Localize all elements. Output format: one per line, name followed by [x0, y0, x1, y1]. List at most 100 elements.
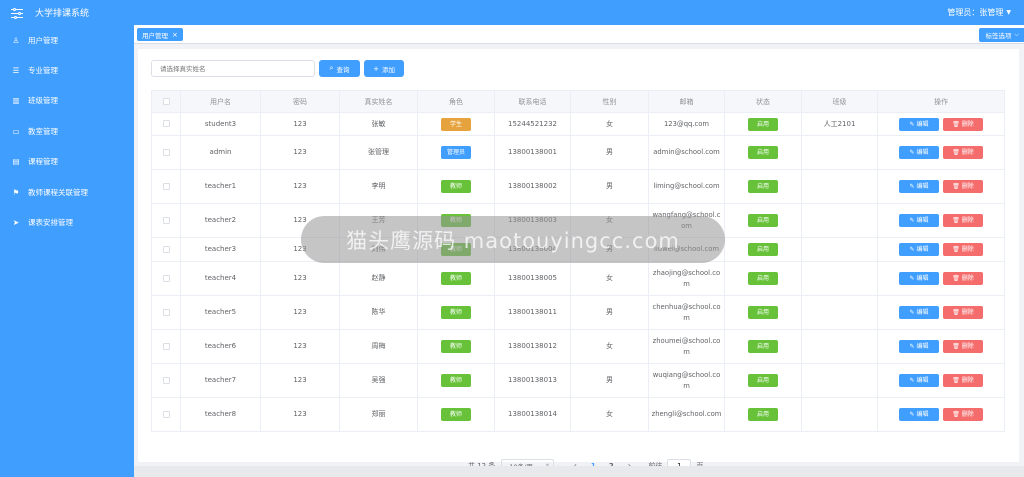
delete-label: 删除 — [961, 120, 974, 128]
table-row: teacher8 123 郑丽 教师 13800138014 女 zhengli@schoo… — [151, 397, 1005, 432]
delete-button[interactable]: 🗑 删除 — [943, 180, 983, 193]
cell-class — [801, 135, 878, 170]
sliders-icon: ☰ — [12, 66, 20, 76]
cell-realname: 张管理 — [339, 135, 418, 170]
edit-button[interactable]: ✎ 编辑 — [899, 180, 939, 193]
select-all-checkbox[interactable] — [162, 98, 170, 105]
row-select-cell[interactable] — [151, 295, 181, 330]
edit-button[interactable]: ✎ 编辑 — [899, 374, 939, 387]
cell-realname: 吴强 — [339, 363, 418, 398]
delete-button[interactable]: 🗑 删除 — [943, 306, 983, 319]
row-checkbox[interactable] — [162, 410, 170, 418]
realname-search-input[interactable] — [151, 60, 315, 77]
status-badge: 启用 — [748, 243, 778, 256]
cell-status: 启用 — [724, 135, 802, 170]
row-checkbox[interactable] — [162, 120, 170, 127]
close-icon[interactable]: × — [172, 31, 178, 39]
select-all-cell[interactable] — [151, 90, 181, 113]
row-checkbox[interactable] — [162, 216, 170, 224]
row-checkbox[interactable] — [162, 148, 170, 156]
delete-button[interactable]: 🗑 删除 — [943, 272, 983, 285]
row-checkbox[interactable] — [162, 182, 170, 190]
edit-button[interactable]: ✎ 编辑 — [899, 340, 939, 353]
sidebar-item-0[interactable]: ♙ 用户管理 — [0, 25, 134, 55]
sidebar-item-1[interactable]: ☰ 专业管理 — [0, 55, 134, 85]
cell-password: 123 — [260, 169, 340, 204]
sidebar-item-2[interactable]: ▥ 班级管理 — [0, 86, 134, 116]
delete-button[interactable]: 🗑 删除 — [943, 214, 983, 227]
cell-gender: 男 — [570, 135, 649, 170]
sidebar-item-5[interactable]: ⚑ 教师课程关联管理 — [0, 177, 134, 207]
cell-email: admin@school.com — [648, 135, 725, 170]
delete-button[interactable]: 🗑 删除 — [943, 340, 983, 353]
cell-phone: 13800138011 — [494, 295, 571, 330]
edit-button[interactable]: ✎ 编辑 — [899, 243, 939, 256]
delete-label: 删除 — [961, 246, 974, 253]
row-checkbox[interactable] — [162, 245, 170, 253]
table-row: teacher1 123 李明 教师 13800138002 男 liming@school… — [151, 169, 1005, 204]
row-select-cell[interactable] — [151, 397, 181, 432]
tab-user-management[interactable]: 用户管理 × — [137, 28, 183, 41]
brand: 大学排课系统 — [0, 6, 134, 19]
edit-button[interactable]: ✎ 编辑 — [899, 146, 939, 159]
row-select-cell[interactable] — [151, 363, 181, 398]
cell-password: 123 — [260, 112, 340, 136]
delete-button[interactable]: 🗑 删除 — [943, 408, 983, 421]
cell-phone: 15244521232 — [494, 112, 571, 136]
edit-button[interactable]: ✎ 编辑 — [899, 214, 939, 227]
edit-button[interactable]: ✎ 编辑 — [899, 408, 939, 421]
cell-status: 启用 — [724, 112, 802, 136]
delete-label: 删除 — [961, 217, 974, 224]
add-button[interactable]: + 添加 — [364, 60, 404, 77]
edit-button[interactable]: ✎ 编辑 — [899, 272, 939, 285]
header-realname: 真实姓名 — [339, 90, 418, 113]
cell-realname: 郑丽 — [339, 397, 418, 432]
row-select-cell[interactable] — [151, 329, 181, 364]
row-checkbox[interactable] — [162, 308, 170, 316]
role-tag: 学生 — [441, 117, 471, 131]
cell-email: zhoumei@school.com — [648, 329, 725, 364]
cell-class — [801, 261, 878, 296]
cell-class — [801, 329, 878, 364]
top-header: 大学排课系统 管理员：张管理 ▼ — [0, 0, 1024, 25]
user-dropdown[interactable]: 管理员：张管理 ▼ — [947, 7, 1011, 18]
row-checkbox[interactable] — [162, 274, 170, 282]
cell-role: 教师 — [417, 169, 495, 204]
row-checkbox[interactable] — [162, 342, 170, 350]
folder-icon: ▤ — [12, 157, 20, 167]
sliders-menu-icon[interactable] — [11, 7, 23, 19]
sidebar-item-6[interactable]: ➤ 课表安排管理 — [0, 207, 134, 237]
tab-options-button[interactable]: 标签选项 ⌵ — [979, 28, 1024, 42]
cell-actions: ✎ 编辑 🗑 删除 — [877, 237, 1005, 262]
row-select-cell[interactable] — [151, 261, 181, 296]
sidebar-item-label: 教师课程关联管理 — [28, 187, 88, 197]
row-checkbox[interactable] — [162, 376, 170, 384]
cell-class — [801, 169, 878, 204]
row-select-cell[interactable] — [151, 203, 181, 238]
header-status: 状态 — [724, 90, 802, 113]
delete-button[interactable]: 🗑 删除 — [943, 117, 983, 131]
monitor-icon: ▭ — [12, 126, 20, 136]
edit-button[interactable]: ✎ 编辑 — [899, 306, 939, 319]
sidebar-item-3[interactable]: ▭ 教室管理 — [0, 116, 134, 146]
edit-button[interactable]: ✎ 编辑 — [899, 117, 939, 131]
query-label: 查询 — [336, 65, 350, 74]
edit-label: 编辑 — [916, 120, 929, 128]
cell-status: 启用 — [724, 397, 802, 432]
header-gender: 性别 — [570, 90, 649, 113]
delete-button[interactable]: 🗑 删除 — [943, 374, 983, 387]
header-class: 班级 — [801, 90, 878, 113]
cell-realname: 周梅 — [339, 329, 418, 364]
cell-phone: 13800138012 — [494, 329, 571, 364]
cell-class — [801, 295, 878, 330]
cell-realname: 陈华 — [339, 295, 418, 330]
query-button[interactable]: ⌕ 查询 — [319, 60, 360, 77]
row-select-cell[interactable] — [151, 135, 181, 170]
delete-button[interactable]: 🗑 删除 — [943, 146, 983, 159]
row-select-cell[interactable] — [151, 112, 181, 136]
sidebar-item-4[interactable]: ▤ 课程管理 — [0, 147, 134, 177]
row-select-cell[interactable] — [151, 169, 181, 204]
edit-label: 编辑 — [916, 246, 929, 253]
delete-button[interactable]: 🗑 删除 — [943, 243, 983, 256]
row-select-cell[interactable] — [151, 237, 181, 262]
